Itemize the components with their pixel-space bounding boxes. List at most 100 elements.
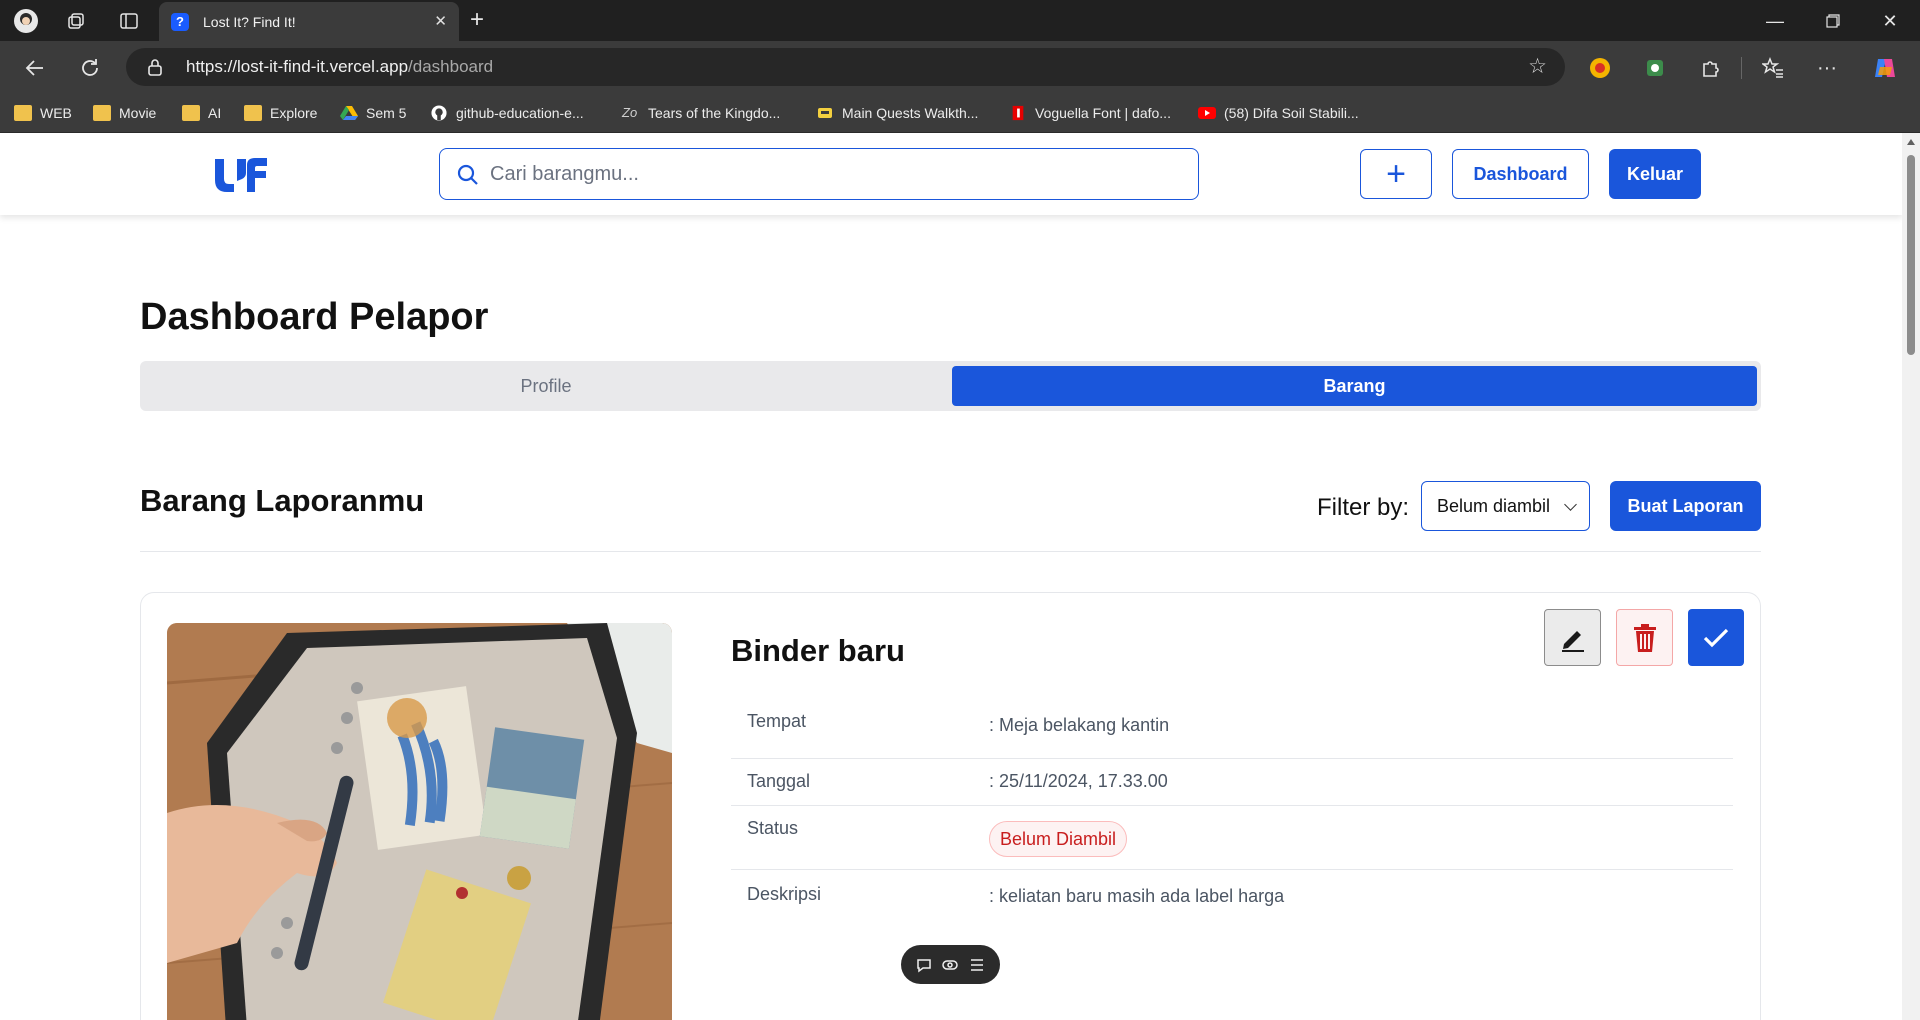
floating-devtools-toolbar <box>901 945 1000 984</box>
chevron-down-icon <box>1564 498 1577 511</box>
bookmark-item[interactable]: Zo Tears of the Kingdo... <box>622 102 780 124</box>
restore-icon[interactable] <box>1813 6 1853 36</box>
workspaces-icon[interactable] <box>63 8 89 34</box>
status-badge: Belum Diambil <box>989 821 1128 857</box>
comment-icon[interactable] <box>915 956 933 974</box>
detail-row-status: Status Belum Diambil <box>731 806 1733 870</box>
profile-avatar-icon[interactable] <box>13 8 39 34</box>
filter-label: Filter by: <box>1317 494 1410 521</box>
section-title: Barang Laporanmu <box>140 483 425 518</box>
logout-button[interactable]: Keluar <box>1609 149 1701 199</box>
favorites-icon[interactable] <box>1759 54 1787 82</box>
new-tab-icon[interactable]: + <box>470 6 484 34</box>
bookmark-item[interactable]: Movie <box>93 102 156 124</box>
folder-icon <box>93 105 111 121</box>
bookmark-label: Main Quests Walkth... <box>842 105 979 121</box>
tab-close-icon[interactable]: ✕ <box>434 12 447 30</box>
detail-label: Tempat <box>747 711 807 731</box>
url-text[interactable]: https://lost-it-find-it.vercel.app/dashb… <box>186 57 493 77</box>
reload-icon[interactable] <box>76 54 104 82</box>
tab-title: Lost It? Find It! <box>203 13 296 30</box>
guide-icon <box>818 108 832 118</box>
folder-icon <box>182 105 200 121</box>
menu-list-icon[interactable] <box>968 956 986 974</box>
page-scrollbar[interactable] <box>1902 133 1920 1020</box>
toolbar-separator <box>1741 57 1742 79</box>
search-input[interactable] <box>490 159 1180 189</box>
site-navbar: + Dashboard Keluar <box>0 133 1902 215</box>
browser-tab-active[interactable]: ? Lost It? Find It! ✕ <box>159 2 459 41</box>
back-icon[interactable] <box>21 54 49 82</box>
copilot-icon[interactable] <box>1871 54 1899 82</box>
dashboard-tabs: Profile Barang <box>140 361 1761 411</box>
bookmark-item[interactable]: WEB <box>14 102 72 124</box>
minimize-icon[interactable]: — <box>1755 6 1795 36</box>
detail-row-tanggal: Tanggal : 25/11/2024, 17.33.00 <box>731 759 1733 806</box>
vertical-tabs-icon[interactable] <box>116 8 142 34</box>
youtube-icon <box>1198 107 1216 119</box>
google-drive-icon <box>340 106 358 120</box>
create-report-button[interactable]: Buat Laporan <box>1610 481 1761 531</box>
more-menu-icon[interactable]: ··· <box>1813 54 1841 82</box>
eye-toggle-icon[interactable] <box>941 956 959 974</box>
zelda-icon: Zo <box>622 105 638 120</box>
tab-profile[interactable]: Profile <box>140 361 952 411</box>
detail-label: Deskripsi <box>747 884 822 904</box>
detail-label: Tanggal <box>747 771 811 791</box>
extensions-puzzle-icon[interactable] <box>1697 54 1725 82</box>
tab-barang[interactable]: Barang <box>952 366 1757 406</box>
bookmark-label: Voguella Font | dafo... <box>1035 105 1171 121</box>
bookmark-item[interactable]: Sem 5 <box>340 102 406 124</box>
scroll-up-icon[interactable] <box>1907 139 1915 145</box>
detail-row-tempat: Tempat : Meja belakang kantin <box>731 693 1733 759</box>
url-host: https://lost-it-find-it.vercel.app <box>186 57 409 76</box>
dashboard-button[interactable]: Dashboard <box>1452 149 1589 199</box>
bookmark-item[interactable]: github-education-e... <box>430 102 584 124</box>
dafont-icon <box>1012 105 1024 121</box>
bookmark-item[interactable]: Voguella Font | dafo... <box>1009 102 1171 124</box>
bookmark-item[interactable]: Main Quests Walkth... <box>816 102 978 124</box>
item-photo <box>167 623 672 1020</box>
close-window-icon[interactable]: ✕ <box>1870 6 1910 36</box>
trash-icon <box>1633 623 1656 652</box>
folder-icon <box>14 105 32 121</box>
browser-toolbar: https://lost-it-find-it.vercel.app/dashb… <box>0 41 1920 94</box>
tab-favicon-icon: ? <box>171 12 189 31</box>
bookmark-item[interactable]: (58) Difa Soil Stabili... <box>1198 102 1359 124</box>
bookmark-label: Explore <box>270 105 318 121</box>
scroll-thumb[interactable] <box>1907 155 1915 355</box>
delete-button[interactable] <box>1616 609 1673 666</box>
section-divider <box>140 551 1761 552</box>
site-logo[interactable] <box>213 157 269 193</box>
extension-1-icon[interactable] <box>1586 54 1614 82</box>
github-icon <box>431 105 447 121</box>
search-bar[interactable] <box>439 148 1199 200</box>
add-item-button[interactable]: + <box>1360 149 1432 199</box>
url-path: /dashboard <box>408 57 494 76</box>
bookmark-label: Tears of the Kingdo... <box>648 105 781 121</box>
filter-select[interactable]: Belum diambil <box>1421 481 1590 531</box>
bookmark-label: (58) Difa Soil Stabili... <box>1224 105 1359 121</box>
mark-collected-button[interactable] <box>1688 609 1744 666</box>
web-page: + Dashboard Keluar Dashboard Pelapor Pro… <box>0 133 1902 1020</box>
bookmarks-bar: WEB Movie AI Explore Sem 5 github-educat… <box>0 94 1920 133</box>
favorite-star-icon[interactable]: ☆ <box>1528 54 1547 79</box>
pencil-icon <box>1561 630 1584 652</box>
extension-2-icon[interactable] <box>1641 54 1669 82</box>
page-title: Dashboard Pelapor <box>140 296 489 338</box>
folder-icon <box>244 105 262 121</box>
lock-icon[interactable] <box>146 57 164 77</box>
filter-selected-value: Belum diambil <box>1437 495 1551 516</box>
bookmark-label: AI <box>208 105 222 121</box>
detail-label: Status <box>747 818 799 838</box>
browser-tabstrip: ? Lost It? Find It! ✕ + — ✕ <box>0 0 1920 41</box>
bookmark-item[interactable]: AI <box>182 102 221 124</box>
bookmark-label: Movie <box>119 105 157 121</box>
item-title: Binder baru <box>731 633 905 668</box>
checkmark-icon <box>1703 628 1729 647</box>
bookmark-item[interactable]: Explore <box>244 102 317 124</box>
bookmark-label: WEB <box>40 105 72 121</box>
edit-button[interactable] <box>1544 609 1601 666</box>
address-bar[interactable]: https://lost-it-find-it.vercel.app/dashb… <box>126 48 1565 86</box>
detail-value: : 25/11/2024, 17.33.00 <box>989 771 1168 791</box>
